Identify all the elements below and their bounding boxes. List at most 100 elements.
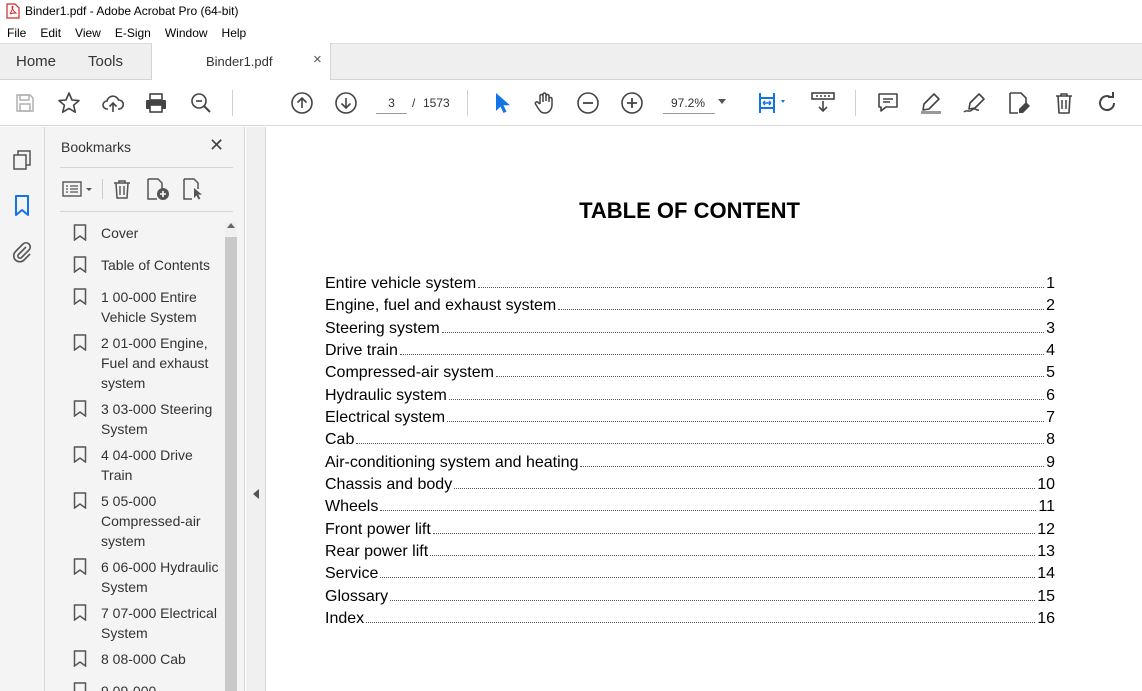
toc-leader-dots — [580, 465, 1045, 467]
toc-leader-dots — [478, 287, 1045, 288]
bookmark-item[interactable]: 9 09-000 — [73, 681, 225, 691]
left-navigation-rail — [0, 127, 45, 691]
minus-circle-icon[interactable] — [575, 90, 601, 116]
toc-entry: Entire vehicle system 1 — [325, 275, 1055, 297]
bookmark-item[interactable]: 8 08-000 Cab — [73, 649, 225, 669]
collapse-left-arrow-icon[interactable] — [253, 489, 259, 499]
toc-entry: Front power lift 12 — [325, 521, 1055, 543]
bookmark-label: 7 07-000 Electrical System — [101, 605, 217, 641]
toc-entry: Drive train 4 — [325, 342, 1055, 364]
bookmark-ribbon-icon — [73, 492, 87, 509]
bookmark-item[interactable]: 1 00-000 Entire Vehicle System — [73, 287, 225, 327]
toc-entry-title: Entire vehicle system — [325, 275, 477, 292]
menu-help[interactable]: Help — [215, 26, 254, 40]
menu-window[interactable]: Window — [158, 26, 215, 40]
bookmark-item[interactable]: 4 04-000 Drive Train — [73, 445, 225, 485]
menu-esign[interactable]: E-Sign — [108, 26, 158, 40]
toc-entry-page: 14 — [1037, 565, 1055, 583]
title-bar: Binder1.pdf - Adobe Acrobat Pro (64-bit) — [0, 0, 1142, 22]
toc-entry-page: 10 — [1037, 476, 1055, 494]
toc-leader-dots — [441, 331, 1045, 333]
menu-file[interactable]: File — [0, 26, 33, 40]
highlighter-icon[interactable] — [918, 90, 944, 116]
delete-bookmark-trash-icon[interactable] — [111, 177, 133, 201]
toc-entry-page: 12 — [1037, 520, 1055, 538]
toc-leader-dots — [430, 555, 1036, 557]
bookmark-item[interactable]: Cover — [73, 223, 225, 243]
zoom-level-input[interactable] — [663, 93, 715, 114]
trash-icon[interactable] — [1051, 90, 1077, 116]
hand-icon[interactable] — [531, 90, 557, 116]
tab-tools[interactable]: Tools — [88, 53, 123, 70]
bookmark-ribbon-icon — [73, 256, 87, 273]
plus-circle-icon[interactable] — [619, 90, 645, 116]
arrow-down-circle-icon[interactable] — [333, 90, 359, 116]
toc-entry-page: 5 — [1046, 364, 1055, 382]
toc-entry-page: 2 — [1046, 297, 1055, 315]
rotate-icon[interactable] — [1094, 90, 1120, 116]
attachments-paperclip-icon[interactable] — [10, 240, 34, 264]
bookmarks-panel-icon[interactable] — [10, 194, 34, 218]
toc-entry-title: Electrical system — [325, 409, 446, 427]
bookmark-options-icon[interactable] — [61, 177, 95, 201]
bookmark-label: 3 03-000 Steering System — [101, 401, 213, 437]
bookmark-item[interactable]: 3 03-000 Steering System — [73, 399, 225, 439]
toc-entry: Hydraulic system 6 — [325, 387, 1055, 409]
zoom-dropdown-chevron-icon[interactable] — [718, 99, 726, 104]
arrow-up-circle-icon[interactable] — [289, 90, 315, 116]
bookmarks-scrollbar-thumb[interactable] — [225, 237, 237, 691]
star-icon[interactable] — [56, 90, 82, 116]
new-bookmark-icon[interactable] — [145, 177, 171, 201]
panel-collapse-handle[interactable] — [246, 127, 266, 691]
bookmark-ribbon-icon — [73, 334, 87, 351]
bookmark-label: 4 04-000 Drive Train — [101, 447, 193, 483]
scroll-mode-icon[interactable] — [810, 90, 836, 116]
bookmark-item[interactable]: 5 05-000 Compressed-air system — [73, 491, 225, 551]
toc-leader-dots — [366, 622, 1036, 624]
toc-entry: Rear power lift 13 — [325, 543, 1055, 565]
menu-view[interactable]: View — [68, 26, 108, 40]
upload-cloud-icon[interactable] — [100, 90, 126, 116]
search-zoom-icon[interactable] — [188, 90, 214, 116]
bookmark-item[interactable]: 6 06-000 Hydraulic System — [73, 557, 225, 597]
comment-icon[interactable] — [875, 90, 901, 116]
save-icon[interactable] — [12, 90, 38, 116]
bookmark-item[interactable]: Table of Contents — [73, 255, 225, 275]
printer-icon[interactable] — [143, 90, 169, 116]
tab-document-label: Binder1.pdf — [206, 54, 273, 69]
bookmark-from-selection-icon[interactable] — [181, 177, 205, 201]
toc-entry-page: 8 — [1046, 431, 1055, 449]
toc-leader-dots — [495, 376, 1045, 378]
toc-leader-dots — [380, 510, 1037, 512]
page-number-input[interactable] — [376, 93, 407, 114]
sign-pen-icon[interactable] — [962, 90, 988, 116]
bookmark-label: 9 09-000 — [101, 683, 157, 691]
toc-entry-title: Wheels — [325, 498, 379, 516]
bookmark-item[interactable]: 7 07-000 Electrical System — [73, 603, 225, 643]
tab-home[interactable]: Home — [16, 53, 56, 70]
toc-leader-dots — [390, 599, 1036, 601]
toc-leader-dots — [454, 488, 1036, 490]
toc-entry-title: Cab — [325, 431, 355, 449]
document-page: TABLE OF CONTENT Entire vehicle system 1 … — [267, 127, 1142, 691]
bookmark-ribbon-icon — [73, 650, 87, 667]
page-fit-icon[interactable] — [752, 90, 792, 116]
page-total: 1573 — [423, 96, 450, 110]
menu-edit[interactable]: Edit — [33, 26, 68, 40]
toc-entry-title: Chassis and body — [325, 476, 453, 494]
toc-entry-page: 11 — [1038, 498, 1055, 516]
toc-entry-title: Drive train — [325, 342, 398, 360]
bookmark-item[interactable]: 2 01-000 Engine, Fuel and exhaust system — [73, 333, 225, 393]
edit-pdf-icon[interactable] — [1006, 90, 1032, 116]
cursor-arrow-icon[interactable] — [488, 90, 514, 116]
tab-bar: Home Tools Binder1.pdf × — [0, 43, 1142, 80]
bookmarks-panel-title: Bookmarks — [61, 139, 132, 155]
close-icon[interactable]: ✕ — [209, 135, 224, 156]
scroll-up-arrow-icon[interactable] — [227, 223, 235, 228]
tab-document[interactable]: Binder1.pdf × — [151, 43, 331, 80]
tab-close-icon[interactable]: × — [313, 51, 322, 68]
toc-entry-page: 1 — [1046, 275, 1055, 292]
toc-entry-page: 9 — [1046, 453, 1055, 471]
toc-entry: Air-conditioning system and heating 9 — [325, 454, 1055, 476]
page-thumbnails-icon[interactable] — [10, 148, 34, 172]
